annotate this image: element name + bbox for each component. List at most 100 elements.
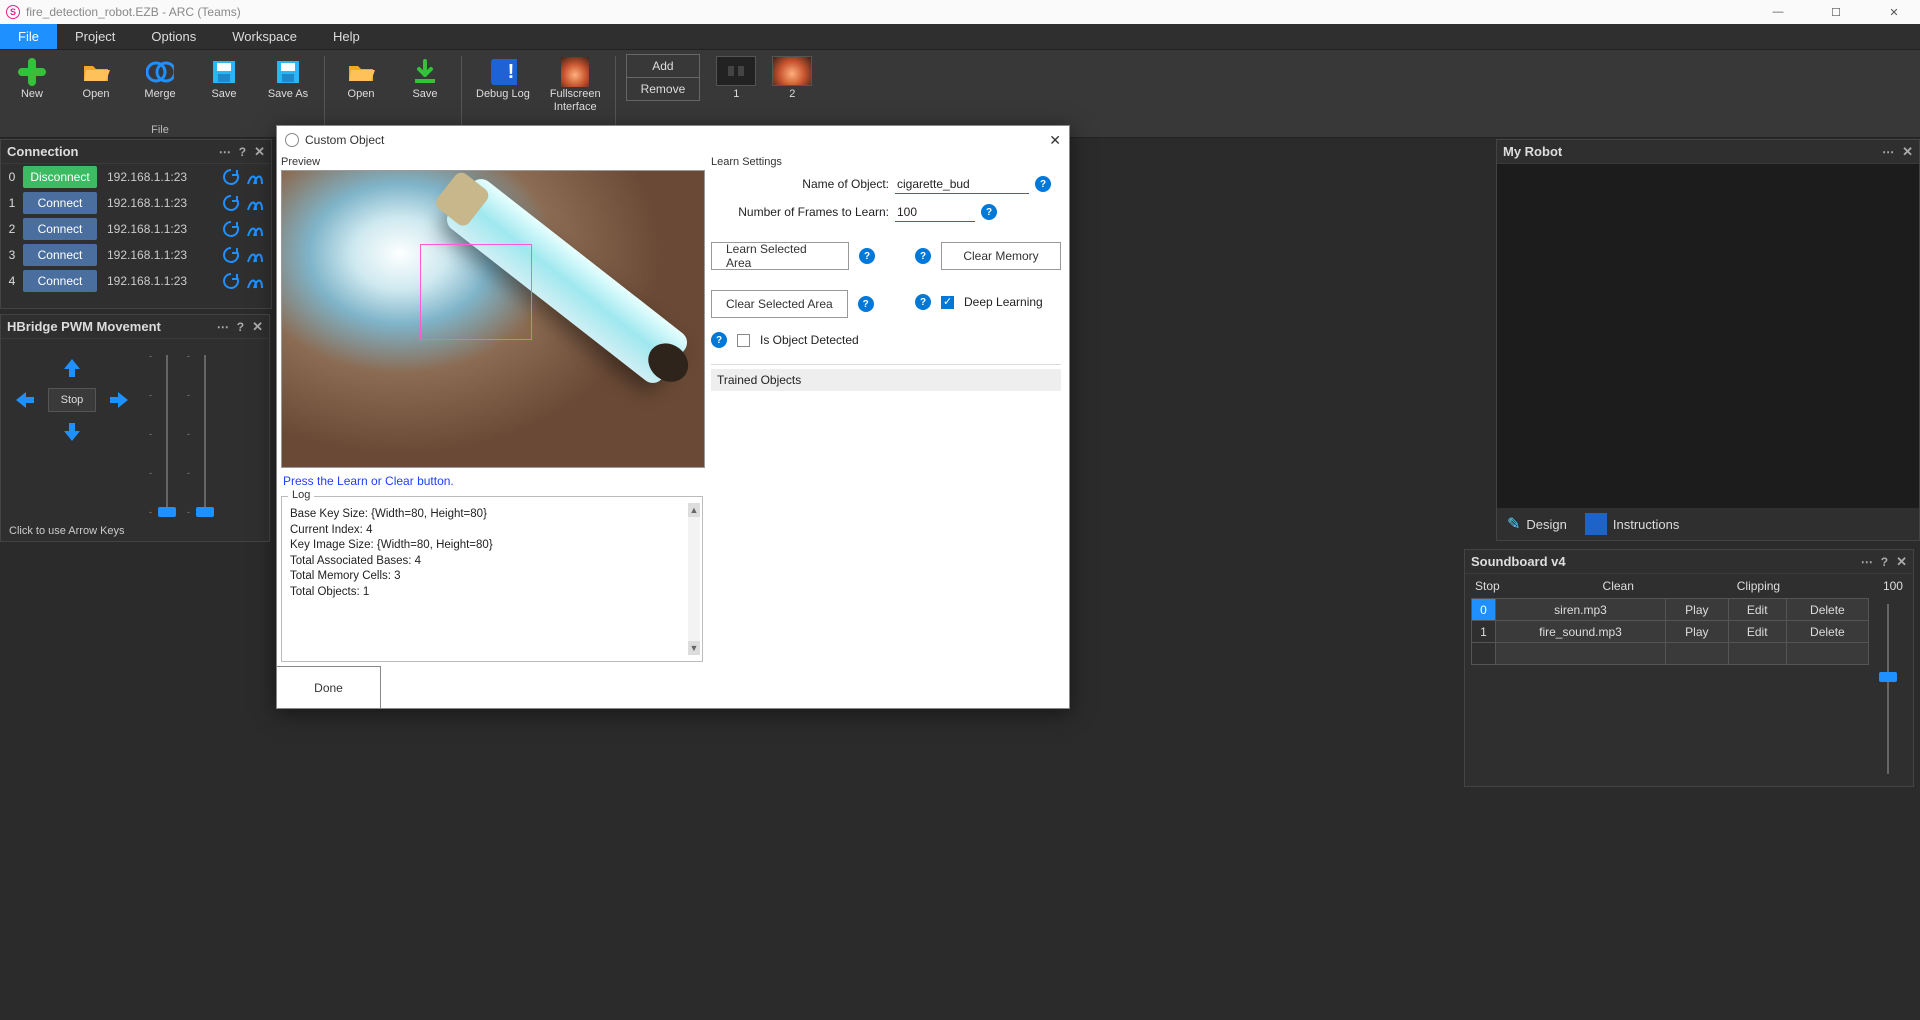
move-right-button[interactable] [106, 387, 132, 413]
myrobot-canvas[interactable] [1497, 164, 1919, 508]
panel-help-icon[interactable]: ? [1881, 555, 1888, 569]
connection-ip[interactable]: 192.168.1.1:23 [101, 196, 217, 210]
save-as-button[interactable]: Save As [262, 54, 314, 101]
remove-button[interactable]: Remove [627, 78, 700, 100]
menu-help[interactable]: Help [315, 24, 378, 49]
connection-ip[interactable]: 192.168.1.1:23 [101, 274, 217, 288]
move-up-button[interactable] [59, 355, 85, 381]
log-scrollbar[interactable]: ▲▼ [688, 503, 700, 655]
menu-workspace[interactable]: Workspace [214, 24, 315, 49]
help-icon[interactable]: ? [915, 294, 931, 310]
help-icon[interactable]: ? [915, 248, 931, 264]
move-down-button[interactable] [59, 419, 85, 445]
help-icon[interactable]: ? [981, 204, 997, 220]
sound-name[interactable]: fire_sound.mp3 [1496, 621, 1666, 643]
open2-button[interactable]: Open [335, 54, 387, 101]
connect-button[interactable]: Connect [23, 244, 97, 266]
refresh-icon[interactable] [221, 245, 241, 265]
workspace-thumb-1[interactable]: 1 [716, 56, 756, 100]
stop-button[interactable]: Stop [48, 388, 96, 412]
connection-ip[interactable]: 192.168.1.1:23 [101, 170, 217, 184]
clear-memory-button[interactable]: Clear Memory [941, 242, 1061, 270]
connect-button[interactable]: Connect [23, 270, 97, 292]
connection-index: 0 [5, 170, 19, 184]
signal-icon [245, 168, 267, 186]
refresh-icon[interactable] [221, 219, 241, 239]
signal-icon [245, 272, 267, 290]
connection-ip[interactable]: 192.168.1.1:23 [101, 222, 217, 236]
sound-delete-button[interactable]: Delete [1786, 599, 1868, 621]
debug-log-button[interactable]: ! Debug Log [472, 54, 534, 101]
help-icon[interactable]: ? [1035, 176, 1051, 192]
selection-box[interactable] [420, 244, 532, 340]
panel-close-icon[interactable]: ✕ [1902, 144, 1913, 160]
merge-button[interactable]: Merge [134, 54, 186, 101]
object-name-input[interactable] [895, 174, 1029, 194]
signal-icon [245, 246, 267, 264]
window-maximize-button[interactable]: ☐ [1816, 6, 1856, 19]
refresh-icon[interactable] [221, 193, 241, 213]
panel-menu-icon[interactable]: ⋯ [1861, 555, 1873, 569]
soundboard-volume-slider[interactable] [1879, 604, 1897, 774]
sound-index[interactable]: 0 [1472, 599, 1496, 621]
window-close-button[interactable]: ✕ [1874, 6, 1914, 19]
connection-ip[interactable]: 192.168.1.1:23 [101, 248, 217, 262]
menu-options[interactable]: Options [133, 24, 214, 49]
panel-help-icon[interactable]: ? [239, 145, 246, 159]
sound-delete-button[interactable]: Delete [1786, 621, 1868, 643]
learn-selected-button[interactable]: Learn Selected Area [711, 242, 849, 270]
workspace-thumb-2[interactable]: 2 [772, 56, 812, 100]
connection-panel: Connection ⋯ ? ✕ 0 Disconnect 192.168.1.… [0, 139, 272, 309]
left-speed-slider[interactable]: ----- [159, 351, 175, 517]
sound-play-button[interactable]: Play [1666, 621, 1729, 643]
deep-learning-checkbox[interactable] [941, 296, 954, 309]
panel-menu-icon[interactable]: ⋯ [1882, 145, 1894, 159]
tab-design[interactable]: ✎ Design [1507, 514, 1567, 534]
window-minimize-button[interactable]: — [1758, 6, 1798, 19]
connect-button[interactable]: Connect [23, 192, 97, 214]
sound-edit-button[interactable]: Edit [1728, 599, 1786, 621]
clear-selected-button[interactable]: Clear Selected Area [711, 290, 848, 318]
new-button[interactable]: New [6, 54, 58, 101]
panel-close-icon[interactable]: ✕ [254, 144, 265, 160]
sound-play-button[interactable]: Play [1666, 599, 1729, 621]
help-icon[interactable]: ? [859, 248, 875, 264]
add-button[interactable]: Add [627, 55, 700, 78]
tab-instructions[interactable]: Instructions [1585, 513, 1679, 535]
connection-row: 2 Connect 192.168.1.1:23 [1, 216, 271, 242]
frames-input[interactable] [895, 202, 975, 222]
plus-icon [18, 58, 46, 86]
panel-menu-icon[interactable]: ⋯ [217, 320, 229, 334]
dialog-close-button[interactable]: ✕ [1049, 132, 1061, 149]
pen-icon: ✎ [1507, 514, 1520, 534]
panel-close-icon[interactable]: ✕ [252, 319, 263, 335]
sb-clean-label[interactable]: Clean [1603, 579, 1634, 593]
move-left-button[interactable] [12, 387, 38, 413]
done-button[interactable]: Done [277, 666, 381, 708]
camera-preview[interactable] [281, 170, 705, 468]
help-icon[interactable]: ? [858, 296, 874, 312]
open-button[interactable]: Open [70, 54, 122, 101]
log-box: Log Base Key Size: {Width=80, Height=80}… [281, 496, 703, 662]
right-speed-slider[interactable]: ----- [197, 351, 213, 517]
panel-close-icon[interactable]: ✕ [1896, 554, 1907, 570]
panel-help-icon[interactable]: ? [237, 320, 244, 334]
sound-index[interactable]: 1 [1472, 621, 1496, 643]
connect-button[interactable]: Connect [23, 218, 97, 240]
menu-project[interactable]: Project [57, 24, 133, 49]
save-button[interactable]: Save [198, 54, 250, 101]
panel-menu-icon[interactable]: ⋯ [219, 145, 231, 159]
sb-stop-label[interactable]: Stop [1475, 579, 1500, 593]
is-detected-checkbox[interactable] [737, 334, 750, 347]
help-icon[interactable]: ? [711, 332, 727, 348]
sound-name[interactable]: siren.mp3 [1496, 599, 1666, 621]
save2-button[interactable]: Save [399, 54, 451, 101]
signal-icon [245, 194, 267, 212]
menu-file[interactable]: File [0, 24, 57, 49]
refresh-icon[interactable] [221, 167, 241, 187]
sound-edit-button[interactable]: Edit [1728, 621, 1786, 643]
refresh-icon[interactable] [221, 271, 241, 291]
disconnect-button[interactable]: Disconnect [23, 166, 97, 188]
fullscreen-button[interactable]: Fullscreen Interface [546, 54, 605, 113]
download-icon [411, 58, 439, 86]
